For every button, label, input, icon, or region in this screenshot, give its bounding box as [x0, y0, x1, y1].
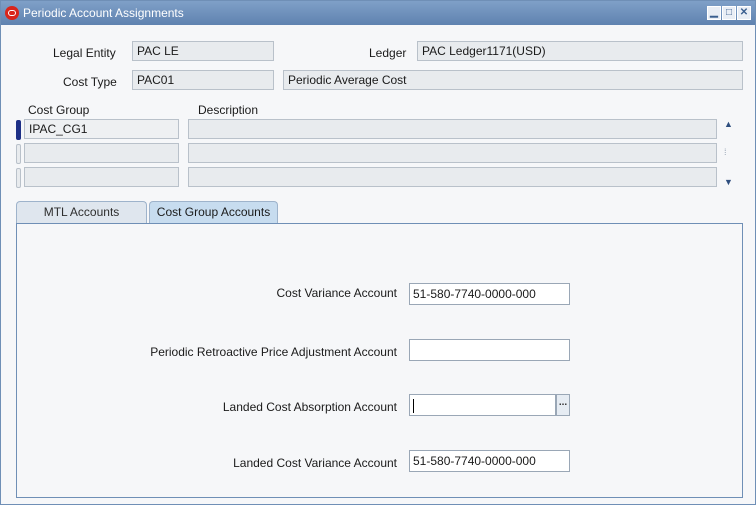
- maximize-icon[interactable]: □: [722, 6, 736, 20]
- cost-variance-account-input[interactable]: 51-580-7740-0000-000: [409, 283, 570, 305]
- description-column-header: Description: [198, 103, 259, 117]
- oracle-logo-icon: [5, 6, 19, 20]
- title-bar[interactable]: Periodic Account Assignments ▁ □ ✕: [1, 1, 755, 25]
- cost-group-accounts-panel: Cost Variance Account 51-580-7740-0000-0…: [16, 223, 743, 498]
- scroll-up-icon[interactable]: ▲: [724, 119, 733, 129]
- legal-entity-label: Legal Entity: [53, 46, 116, 60]
- periodic-retroactive-account-input[interactable]: [409, 339, 570, 361]
- row-indicator[interactable]: [16, 168, 21, 188]
- periodic-retroactive-account-label: Periodic Retroactive Price Adjustment Ac…: [150, 345, 397, 359]
- minimize-icon[interactable]: ▁: [707, 6, 721, 20]
- description-cell[interactable]: [188, 119, 717, 139]
- cost-group-column-header: Cost Group: [28, 103, 90, 117]
- tab-mtl-accounts[interactable]: MTL Accounts: [16, 201, 147, 223]
- periodic-account-assignments-window: Periodic Account Assignments ▁ □ ✕ Legal…: [0, 0, 756, 505]
- scroll-grip-icon[interactable]: ⁞: [724, 147, 727, 157]
- list-of-values-button[interactable]: ...: [556, 394, 570, 416]
- row-indicator[interactable]: [16, 120, 21, 140]
- cost-type-field[interactable]: PAC01: [132, 70, 274, 90]
- grid-scrollbar[interactable]: ▲ ⁞ ▼: [723, 119, 737, 189]
- landed-cost-absorption-account-input[interactable]: [409, 394, 556, 416]
- ledger-field[interactable]: PAC Ledger1171(USD): [417, 41, 743, 61]
- legal-entity-field[interactable]: PAC LE: [132, 41, 274, 61]
- cost-type-description-field[interactable]: Periodic Average Cost: [283, 70, 743, 90]
- tab-cost-group-accounts[interactable]: Cost Group Accounts: [149, 201, 278, 223]
- scroll-down-icon[interactable]: ▼: [724, 177, 733, 187]
- row-indicator[interactable]: [16, 144, 21, 164]
- cost-group-cell[interactable]: IPAC_CG1: [24, 119, 179, 139]
- ledger-label: Ledger: [369, 46, 407, 60]
- description-cell[interactable]: [188, 143, 717, 163]
- landed-cost-absorption-account-label: Landed Cost Absorption Account: [222, 400, 397, 414]
- cost-group-cell[interactable]: [24, 167, 179, 187]
- text-cursor: [413, 398, 414, 413]
- landed-cost-variance-account-label: Landed Cost Variance Account: [233, 456, 397, 470]
- window-title: Periodic Account Assignments: [23, 6, 184, 20]
- cost-group-cell[interactable]: [24, 143, 179, 163]
- cost-variance-account-label: Cost Variance Account: [276, 286, 397, 300]
- description-cell[interactable]: [188, 167, 717, 187]
- cost-type-label: Cost Type: [63, 75, 117, 89]
- landed-cost-variance-account-input[interactable]: 51-580-7740-0000-000: [409, 450, 570, 472]
- close-icon[interactable]: ✕: [737, 6, 751, 20]
